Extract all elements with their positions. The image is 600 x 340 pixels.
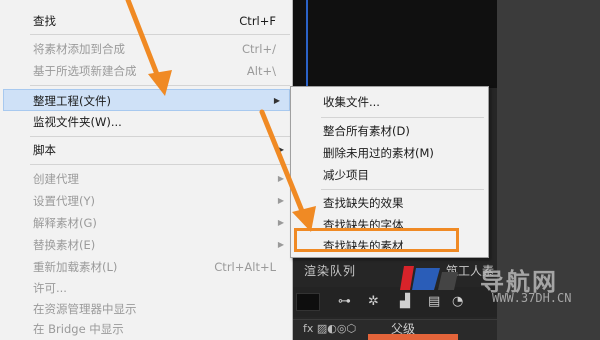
menu-item-label: 监视文件夹(W)... <box>33 115 122 129</box>
menu-item-add-to-comp[interactable]: 将素材添加到合成 Ctrl+/ <box>0 38 293 60</box>
submenu-arrow-icon: ▶ <box>277 174 284 183</box>
submenu-arrow-icon: ▶ <box>277 240 284 249</box>
menu-item-label: 查找 <box>33 14 56 28</box>
annotation-highlight-box <box>294 228 459 252</box>
menu-item-license[interactable]: 许可... <box>0 277 293 299</box>
submenu-separator <box>321 117 484 118</box>
menu-item-new-comp-from-selection[interactable]: 基于所选项新建合成 Alt+\ <box>0 60 293 82</box>
menu-item-reveal-in-explorer[interactable]: 在资源管理器中显示 <box>0 298 293 320</box>
composition-viewer <box>292 0 497 88</box>
context-menu: 查找 Ctrl+F 将素材添加到合成 Ctrl+/ 基于所选项新建合成 Alt+… <box>0 0 293 340</box>
submenu-item-label: 删除未用过的素材(M) <box>323 146 434 160</box>
menu-item-reveal-in-bridge[interactable]: 在 Bridge 中显示 <box>0 318 293 340</box>
menu-item-create-proxy[interactable]: 创建代理 ▶ <box>0 168 293 190</box>
menu-item-watch-folder[interactable]: 监视文件夹(W)... <box>0 111 293 133</box>
submenu-item-consolidate-footage[interactable]: 整合所有素材(D) <box>291 120 488 142</box>
frame-blend-icon[interactable]: ▟ <box>400 294 410 310</box>
menu-item-label: 整理工程(文件) <box>33 94 111 108</box>
motion-blur-icon[interactable]: ▤ <box>428 294 440 310</box>
menu-item-label: 创建代理 <box>33 172 79 186</box>
menu-item-shortcut: Ctrl+F <box>239 14 276 28</box>
menu-item-label: 解释素材(G) <box>33 216 97 230</box>
menu-item-dependencies[interactable]: 整理工程(文件) ▶ <box>3 89 290 111</box>
menu-item-set-proxy[interactable]: 设置代理(Y) ▶ <box>0 190 293 212</box>
menu-item-label: 替换素材(E) <box>33 238 96 252</box>
submenu-arrow-icon: ▶ <box>277 196 284 205</box>
menu-item-label: 许可... <box>33 281 67 295</box>
menu-separator <box>30 164 290 165</box>
submenu-item-label: 整合所有素材(D) <box>323 124 410 138</box>
menu-item-label: 设置代理(Y) <box>33 194 95 208</box>
submenu-item-label: 减少项目 <box>323 168 369 182</box>
submenu-item-label: 查找缺失的效果 <box>323 196 404 210</box>
menu-item-label: 在 Bridge 中显示 <box>33 322 124 336</box>
menu-item-shortcut: Ctrl+/ <box>242 42 276 56</box>
flowchart-icon[interactable]: ⊶ <box>338 294 351 310</box>
submenu-arrow-icon: ▶ <box>277 145 284 154</box>
shy-layers-icon[interactable]: ✲ <box>368 294 379 310</box>
timeline-orange-strip <box>368 334 458 340</box>
menu-separator <box>30 85 290 86</box>
menu-item-label: 重新加载素材(L) <box>33 260 118 274</box>
menu-item-label: 在资源管理器中显示 <box>33 302 137 316</box>
menu-separator <box>30 34 290 35</box>
menu-item-label: 脚本 <box>33 143 56 157</box>
viewer-edge-line <box>306 0 308 88</box>
submenu-arrow-icon: ▶ <box>277 218 284 227</box>
submenu-item-label: 收集文件... <box>323 95 380 109</box>
menu-item-scripts[interactable]: 脚本 ▶ <box>0 139 293 161</box>
fx-label: fx <box>303 322 314 335</box>
timeline-search-input[interactable] <box>296 293 320 311</box>
menu-item-label: 基于所选项新建合成 <box>33 64 137 78</box>
menu-separator <box>30 136 290 137</box>
layer-switches-header: fx ▨◐◎⬡ <box>303 322 357 335</box>
submenu-arrow-icon: ▶ <box>273 96 280 105</box>
menu-item-shortcut: Alt+\ <box>246 64 276 78</box>
watermark-logo <box>400 266 458 290</box>
submenu-item-find-missing-effects[interactable]: 查找缺失的效果 <box>291 192 488 214</box>
menu-item-reload-footage[interactable]: 重新加载素材(L) Ctrl+Alt+L <box>0 256 293 278</box>
watermark-url: WWW.37DH.CN <box>492 291 572 305</box>
submenu-item-collect-files[interactable]: 收集文件... <box>291 91 488 113</box>
menu-item-find[interactable]: 查找 Ctrl+F <box>0 10 293 32</box>
menu-item-label: 将素材添加到合成 <box>33 42 125 56</box>
submenu-item-remove-unused[interactable]: 删除未用过的素材(M) <box>291 142 488 164</box>
menu-item-interpret-footage[interactable]: 解释素材(G) ▶ <box>0 212 293 234</box>
submenu-item-reduce-project[interactable]: 减少项目 <box>291 164 488 186</box>
submenu-separator <box>321 189 484 190</box>
menu-item-replace-footage[interactable]: 替换素材(E) ▶ <box>0 234 293 256</box>
render-queue-tab[interactable]: 渲染队列 <box>304 261 356 281</box>
graph-editor-icon[interactable]: ◔ <box>452 294 463 310</box>
menu-item-shortcut: Ctrl+Alt+L <box>214 260 276 274</box>
